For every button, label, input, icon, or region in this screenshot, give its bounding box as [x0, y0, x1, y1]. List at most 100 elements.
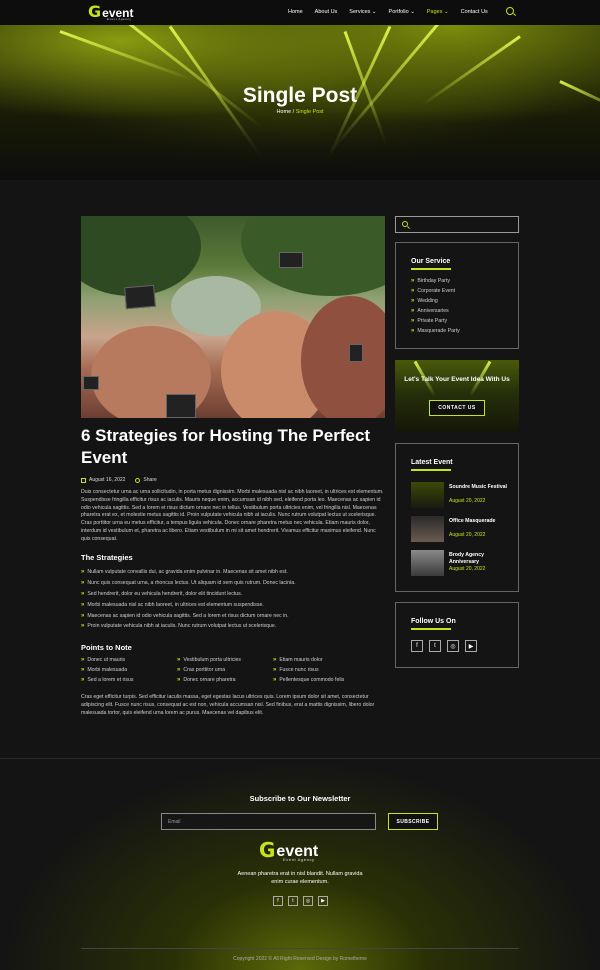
service-widget: Our Service » Birthday Party » Corporate E… — [395, 242, 519, 349]
post-date: August 16, 2022 — [89, 477, 126, 483]
chevron-right-icon: » — [81, 677, 85, 683]
list-item: » Nullam vulputate convallis dui, ac grav… — [81, 569, 288, 576]
phone-image — [166, 394, 196, 418]
instagram-icon[interactable]: ◎ — [447, 640, 459, 652]
subscribe-button[interactable]: SUBSCRIBE — [388, 813, 438, 830]
chevron-right-icon: » — [273, 667, 277, 673]
chevron-right-icon: » — [81, 612, 85, 619]
chevron-right-icon: » — [411, 288, 415, 294]
newsletter-title: Subscribe to Our Newsletter — [249, 794, 351, 803]
page-title: Single Post — [242, 84, 358, 107]
top-navigation: G event Event Agency Home About Us Servi… — [0, 0, 600, 25]
points-grid: » Donec ut mauris » Vestibulum porta ultri… — [81, 657, 385, 683]
email-field[interactable]: Email — [161, 813, 376, 830]
chevron-right-icon: » — [177, 677, 181, 683]
list-item: » Morbi malesuada nisl ac nibh laoreet, i… — [81, 601, 264, 608]
breadcrumb-current: Single Post — [295, 109, 324, 115]
twitter-icon[interactable]: t — [288, 896, 298, 906]
event-thumbnail — [411, 516, 444, 542]
share-link[interactable]: Share — [143, 477, 156, 483]
logo-mark: G — [88, 2, 102, 21]
chevron-right-icon: » — [81, 569, 85, 576]
phone-image — [349, 344, 363, 362]
phone-image — [124, 284, 156, 310]
service-link: » Private Party — [411, 318, 448, 324]
facebook-icon[interactable]: f — [411, 640, 423, 652]
sidebar-search-input[interactable] — [395, 216, 519, 233]
event-thumbnail — [411, 482, 444, 508]
chevron-right-icon: » — [81, 590, 85, 597]
service-link: » Wedding — [411, 298, 438, 304]
strategies-list: » Nullam vulputate convallis dui, ac grav… — [81, 567, 385, 632]
list-item: » Vestibulum porta ultricies — [177, 657, 242, 663]
phone-image — [279, 252, 303, 268]
post-outro: Cras eget efficitur turpis. Sed efficitu… — [81, 694, 375, 716]
calendar-icon — [81, 477, 86, 483]
post-title: 6 Strategies for Hosting The Perfect Eve… — [81, 426, 371, 467]
menu-item-contact[interactable]: Contact Us — [461, 9, 488, 15]
list-item: » Cras porttitor urna — [177, 667, 226, 673]
chevron-right-icon: » — [81, 601, 85, 608]
cta-text: Let's Talk Your Event Idea With Us — [404, 376, 510, 383]
contact-us-button[interactable]: CONTACT US — [429, 400, 485, 416]
search-icon[interactable] — [402, 221, 408, 227]
chevron-right-icon: » — [177, 657, 181, 663]
widget-title: Our Service — [411, 258, 451, 265]
share-icon[interactable] — [135, 477, 141, 483]
menu-item-services[interactable]: Services ⌄ — [349, 9, 376, 15]
chevron-right-icon: » — [81, 623, 85, 630]
menu-item-about[interactable]: About Us — [315, 9, 338, 15]
event-item[interactable]: Office Masquerade August 20, 2022 — [411, 516, 511, 542]
twitter-icon[interactable]: t — [429, 640, 441, 652]
list-item: » Sed hendrerit, dolor eu vehicula hendre… — [81, 590, 243, 597]
list-item: » Proin vulputate vehicula nibh at iaculi… — [81, 623, 277, 630]
widget-title: Follow Us On — [411, 618, 456, 625]
menu-item-home[interactable]: Home — [288, 9, 303, 15]
footer-tagline: Aenean pharetra erat in nisl blandit. Nu… — [237, 871, 363, 885]
list-item: » Fusce nunc risus — [273, 667, 319, 673]
breadcrumb: Home / Single Post — [276, 109, 324, 115]
list-item: » Maecenas ac sapien id odio vehicula sag… — [81, 612, 289, 619]
footer: Subscribe to Our Newsletter Email SUBSCR… — [0, 758, 600, 970]
breadcrumb-home[interactable]: Home — [276, 109, 291, 115]
chevron-right-icon: » — [411, 308, 415, 314]
chevron-right-icon: » — [411, 278, 415, 284]
facebook-icon[interactable]: f — [273, 896, 283, 906]
service-link: » Birthday Party — [411, 278, 450, 284]
logo[interactable]: G event Event Agency — [88, 2, 134, 22]
points-heading: Points to Note — [81, 643, 132, 652]
latest-event-widget: Latest Event Soundre Music Festival Augu… — [395, 443, 519, 592]
service-link: » Masquerade Party — [411, 328, 460, 334]
event-item[interactable]: Soundre Music Festival August 20, 2022 — [411, 482, 511, 508]
list-item: » Morbi malesuada — [81, 667, 128, 673]
list-item: » Donec ornare pharetra — [177, 677, 236, 683]
chevron-right-icon: » — [273, 657, 277, 663]
list-item: » Pellentesque commodo felis — [273, 677, 345, 683]
copyright: Copyright 2022 © All Right Reserved Desi… — [233, 956, 367, 962]
instagram-icon[interactable]: ◎ — [303, 896, 313, 906]
post-meta: August 16, 2022 Share — [81, 477, 157, 483]
chevron-right-icon: » — [81, 657, 85, 663]
post-featured-image — [81, 216, 385, 418]
chevron-right-icon: » — [411, 298, 415, 304]
service-link: » Anniversaries — [411, 308, 449, 314]
search-icon[interactable] — [506, 7, 514, 15]
main-menu: Home About Us Services ⌄ Portfolio ⌄ Pag… — [288, 9, 500, 15]
chevron-right-icon: » — [273, 677, 277, 683]
menu-item-portfolio[interactable]: Portfolio ⌄ — [389, 9, 415, 15]
phone-image — [83, 376, 99, 390]
strategies-heading: The Strategies — [81, 553, 133, 562]
chevron-right-icon: » — [81, 580, 85, 587]
list-item: » Etiam mauris dolor — [273, 657, 323, 663]
menu-item-pages[interactable]: Pages ⌄ — [427, 9, 449, 15]
logo-subtitle: Event Agency — [107, 17, 132, 21]
youtube-icon[interactable]: ▶ — [318, 896, 328, 906]
cta-banner: Let's Talk Your Event Idea With Us CONTA… — [395, 360, 519, 432]
event-item[interactable]: Brody Agency Anniversary August 20, 2022 — [411, 550, 511, 576]
page-hero: Single Post Home / Single Post — [0, 25, 600, 180]
list-item: » Donec ut mauris — [81, 657, 126, 663]
youtube-icon[interactable]: ▶ — [465, 640, 477, 652]
chevron-right-icon: » — [177, 667, 181, 673]
footer-logo[interactable]: G event Event Agency — [259, 840, 318, 862]
list-item: » Nunc quis consequat urna, a rhoncus lec… — [81, 580, 296, 587]
